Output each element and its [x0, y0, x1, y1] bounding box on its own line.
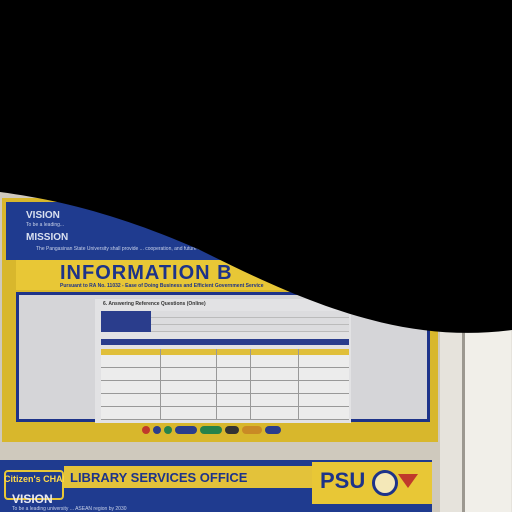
- dark-occluded-region: [0, 0, 512, 333]
- photo-scene: VISION To be a leading... MISSION The Pa…: [0, 0, 512, 512]
